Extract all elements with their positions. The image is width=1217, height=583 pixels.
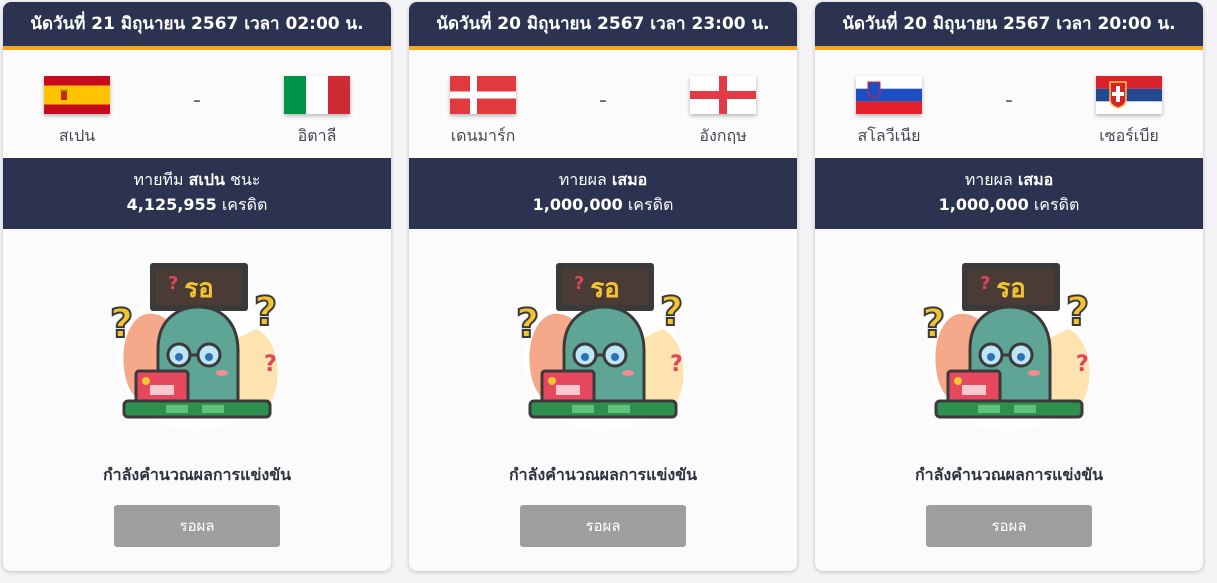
calculating-status: กำลังคำนวณผลการแข่งขัน bbox=[508, 465, 698, 484]
svg-text:?: ? bbox=[110, 301, 133, 347]
prediction-banner: ทายผล เสมอ 1,000,000 เครดิต bbox=[409, 158, 797, 229]
prediction-prefix: ทายผล bbox=[558, 170, 607, 189]
waiting-mascot-icon: รอ ? ? ? ? bbox=[109, 263, 278, 431]
credits-unit: เครดิต bbox=[1033, 195, 1080, 214]
away-team: อังกฤษ bbox=[678, 76, 768, 149]
prediction-suffix: ชนะ bbox=[230, 170, 261, 189]
prediction-value: เสมอ bbox=[611, 170, 648, 189]
home-team-name: เดนมาร์ก bbox=[450, 126, 516, 145]
away-team: เซอร์เบีย bbox=[1084, 76, 1174, 149]
credits-amount: 1,000,000 bbox=[532, 195, 623, 214]
serbia-flag-icon bbox=[1096, 76, 1162, 114]
mascot-sign-text: รอ bbox=[590, 274, 620, 304]
waiting-mascot-icon: รอ ? ? ? ? bbox=[515, 263, 684, 431]
svg-text:?: ? bbox=[660, 289, 683, 335]
svg-text:?: ? bbox=[168, 273, 178, 294]
prediction-value: เสมอ bbox=[1017, 170, 1054, 189]
teams-row: สเปน - อิตาลี bbox=[3, 50, 391, 158]
svg-text:?: ? bbox=[574, 273, 584, 294]
match-card: นัดวันที่ 21 มิถุนายน 2567 เวลา 02:00 น.… bbox=[3, 2, 391, 571]
credits-amount: 4,125,955 bbox=[126, 195, 217, 214]
credits-unit: เครดิต bbox=[627, 195, 674, 214]
away-team: อิตาลี bbox=[272, 76, 362, 149]
mascot-sign-text: รอ bbox=[996, 274, 1026, 304]
mascot-area: รอ ? ? ? ? bbox=[409, 229, 797, 445]
mascot-area: รอ ? ? ? ? bbox=[3, 229, 391, 445]
match-card: นัดวันที่ 20 มิถุนายน 2567 เวลา 20:00 น.… bbox=[815, 2, 1203, 571]
svg-text:?: ? bbox=[670, 352, 683, 377]
svg-text:?: ? bbox=[516, 301, 539, 347]
away-team-name: เซอร์เบีย bbox=[1099, 126, 1159, 145]
match-date-header: นัดวันที่ 21 มิถุนายน 2567 เวลา 02:00 น. bbox=[3, 2, 391, 50]
mascot-area: รอ ? ? ? ? bbox=[815, 229, 1203, 445]
svg-text:?: ? bbox=[1076, 352, 1089, 377]
svg-text:?: ? bbox=[922, 301, 945, 347]
await-result-button[interactable]: รอผล bbox=[926, 505, 1092, 547]
calculating-status: กำลังคำนวณผลการแข่งขัน bbox=[102, 465, 292, 484]
home-team-name: สโลวีเนีย bbox=[857, 126, 921, 145]
match-date-header: นัดวันที่ 20 มิถุนายน 2567 เวลา 20:00 น. bbox=[815, 2, 1203, 50]
prediction-banner: ทายทีม สเปน ชนะ 4,125,955 เครดิต bbox=[3, 158, 391, 229]
calculating-status: กำลังคำนวณผลการแข่งขัน bbox=[914, 465, 1104, 484]
svg-text:?: ? bbox=[254, 289, 277, 335]
mascot-sign-text: รอ bbox=[184, 274, 214, 304]
waiting-mascot-icon: รอ ? ? ? ? bbox=[921, 263, 1090, 431]
away-team-name: อิตาลี bbox=[297, 126, 337, 145]
teams-row: สโลวีเนีย - เซอร์เบีย bbox=[815, 50, 1203, 158]
prediction-banner: ทายผล เสมอ 1,000,000 เครดิต bbox=[815, 158, 1203, 229]
await-result-button[interactable]: รอผล bbox=[114, 505, 280, 547]
svg-text:?: ? bbox=[1066, 289, 1089, 335]
prediction-prefix: ทายทีม bbox=[133, 170, 184, 189]
prediction-value: สเปน bbox=[188, 170, 225, 189]
credits-unit: เครดิต bbox=[221, 195, 268, 214]
italy-flag-icon bbox=[284, 76, 350, 114]
teams-row: เดนมาร์ก - อังกฤษ bbox=[409, 50, 797, 158]
prediction-prefix: ทายผล bbox=[964, 170, 1013, 189]
match-date-header: นัดวันที่ 20 มิถุนายน 2567 เวลา 23:00 น. bbox=[409, 2, 797, 50]
await-result-button[interactable]: รอผล bbox=[520, 505, 686, 547]
home-team-name: สเปน bbox=[58, 126, 96, 145]
svg-text:?: ? bbox=[264, 352, 277, 377]
away-team-name: อังกฤษ bbox=[699, 126, 747, 145]
svg-text:?: ? bbox=[980, 273, 990, 294]
credits-amount: 1,000,000 bbox=[938, 195, 1029, 214]
match-card-grid: นัดวันที่ 21 มิถุนายน 2567 เวลา 02:00 น.… bbox=[0, 0, 1217, 583]
england-flag-icon bbox=[690, 76, 756, 114]
match-card: นัดวันที่ 20 มิถุนายน 2567 เวลา 23:00 น.… bbox=[409, 2, 797, 571]
